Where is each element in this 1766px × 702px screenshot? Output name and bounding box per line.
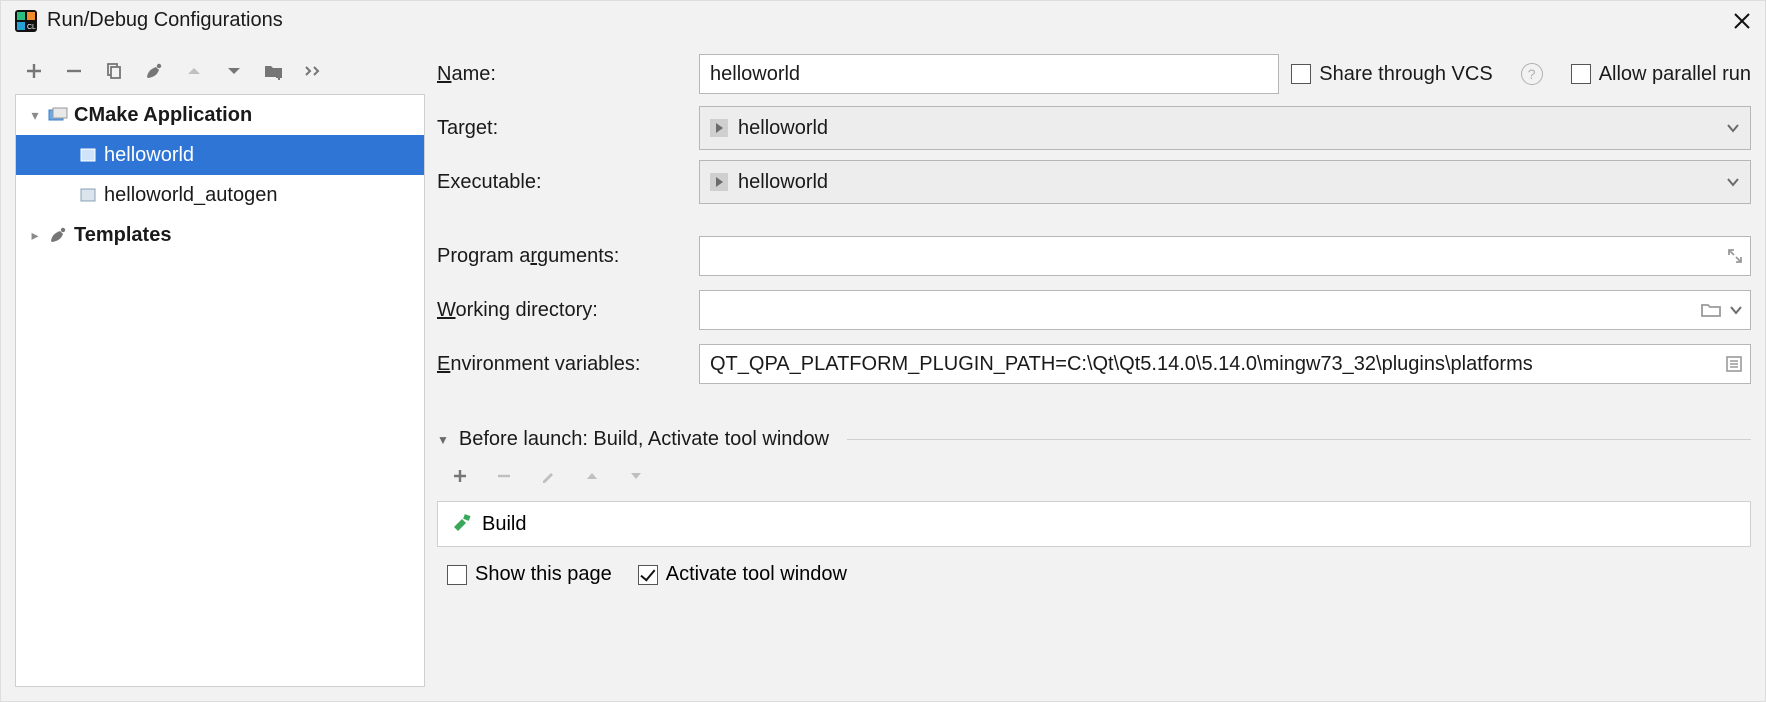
tree-item-helloworld-autogen[interactable]: helloworld_autogen (16, 175, 424, 215)
window-title: Run/Debug Configurations (47, 9, 283, 32)
program-arguments-input[interactable] (699, 236, 1751, 276)
edit-templates-button[interactable] (137, 54, 171, 88)
add-configuration-button[interactable] (17, 54, 51, 88)
activate-tool-window-checkbox[interactable]: Activate tool window (638, 563, 847, 586)
edit-task-button (535, 463, 561, 489)
environment-variables-row: Environment variables: (437, 342, 1751, 386)
add-task-button[interactable] (447, 463, 473, 489)
task-row-build[interactable]: Build (438, 502, 1750, 546)
executable-value: helloworld (738, 171, 1726, 194)
run-debug-configurations-dialog: CL Run/Debug Configurations ▾ (0, 0, 1766, 702)
expand-icon[interactable] (1727, 248, 1743, 264)
chevron-down-icon: ▾ (24, 107, 46, 124)
checkbox-icon (638, 565, 658, 585)
show-this-page-checkbox[interactable]: Show this page (447, 563, 612, 586)
move-up-button (177, 54, 211, 88)
share-through-vcs-checkbox[interactable]: Share through VCS (1291, 63, 1492, 86)
program-arguments-row: Program arguments: (437, 234, 1751, 278)
move-task-up-button (579, 463, 605, 489)
copy-configuration-button[interactable] (97, 54, 131, 88)
sidebar: ▾ CMake Application helloworld helloworl… (15, 48, 425, 687)
chevron-down-icon[interactable] (1729, 303, 1743, 317)
chevron-down-icon (1726, 175, 1740, 189)
chevron-right-icon: ▸ (24, 227, 46, 244)
more-button[interactable] (297, 54, 331, 88)
wrench-icon (46, 225, 70, 245)
sidebar-toolbar (15, 48, 425, 94)
working-directory-row: Working directory: (437, 288, 1751, 332)
tree-group-label: CMake Application (74, 104, 252, 127)
svg-text:CL: CL (27, 24, 36, 31)
edit-list-icon[interactable] (1725, 355, 1743, 373)
remove-task-button (491, 463, 517, 489)
run-target-icon (710, 173, 728, 191)
help-icon[interactable]: ? (1521, 63, 1543, 85)
content: ▾ CMake Application helloworld helloworl… (1, 38, 1765, 701)
tree-item-label: helloworld_autogen (104, 184, 277, 207)
browse-folder-icon[interactable] (1701, 302, 1721, 318)
triangle-down-icon: ▼ (437, 433, 449, 447)
tree-group-label: Templates (74, 224, 171, 247)
clion-app-icon: CL (15, 10, 37, 32)
checkbox-icon (447, 565, 467, 585)
tree-item-helloworld[interactable]: helloworld (16, 135, 424, 175)
folder-button[interactable] (257, 54, 291, 88)
top-right-options: Share through VCS ? Allow parallel run (1291, 63, 1751, 86)
working-directory-label: Working directory: (437, 299, 687, 322)
tree-group-cmake-application[interactable]: ▾ CMake Application (16, 95, 424, 135)
name-label: Name: (437, 63, 687, 86)
before-launch-options: Show this page Activate tool window (437, 555, 1751, 586)
working-directory-input[interactable] (699, 290, 1751, 330)
checkbox-icon (1571, 64, 1591, 84)
hammer-icon (450, 513, 472, 535)
tree-group-templates[interactable]: ▸ Templates (16, 215, 424, 255)
target-row: Target: helloworld (437, 106, 1751, 150)
program-arguments-label: Program arguments: (437, 245, 687, 268)
exe-icon (76, 187, 100, 203)
configurations-tree[interactable]: ▾ CMake Application helloworld helloworl… (15, 94, 425, 687)
environment-variables-input[interactable] (699, 344, 1751, 384)
close-button[interactable] (1733, 12, 1751, 30)
target-combo[interactable]: helloworld (699, 106, 1751, 150)
allow-parallel-run-checkbox[interactable]: Allow parallel run (1571, 63, 1751, 86)
before-launch-section: ▼ Before launch: Build, Activate tool wi… (437, 428, 1751, 586)
executable-combo[interactable]: helloworld (699, 160, 1751, 204)
before-launch-tasklist[interactable]: Build (437, 501, 1751, 547)
move-task-down-button (623, 463, 649, 489)
checkbox-icon (1291, 64, 1311, 84)
before-launch-toolbar (437, 459, 1751, 493)
executable-label: Executable: (437, 171, 687, 194)
target-label: Target: (437, 117, 687, 140)
environment-variables-label: Environment variables: (437, 353, 687, 376)
remove-configuration-button[interactable] (57, 54, 91, 88)
name-input[interactable] (699, 54, 1279, 94)
main-panel: Name: Share through VCS ? Allow parallel… (437, 48, 1751, 687)
titlebar: CL Run/Debug Configurations (1, 1, 1765, 38)
tree-item-label: helloworld (104, 144, 194, 167)
target-value: helloworld (738, 117, 1726, 140)
before-launch-header[interactable]: ▼ Before launch: Build, Activate tool wi… (437, 428, 1751, 451)
run-target-icon (710, 119, 728, 137)
task-label: Build (482, 513, 526, 536)
executable-row: Executable: helloworld (437, 160, 1751, 204)
exe-icon (76, 147, 100, 163)
name-row: Name: Share through VCS ? Allow parallel… (437, 52, 1751, 96)
move-down-button[interactable] (217, 54, 251, 88)
cmake-app-icon (46, 107, 70, 123)
chevron-down-icon (1726, 121, 1740, 135)
